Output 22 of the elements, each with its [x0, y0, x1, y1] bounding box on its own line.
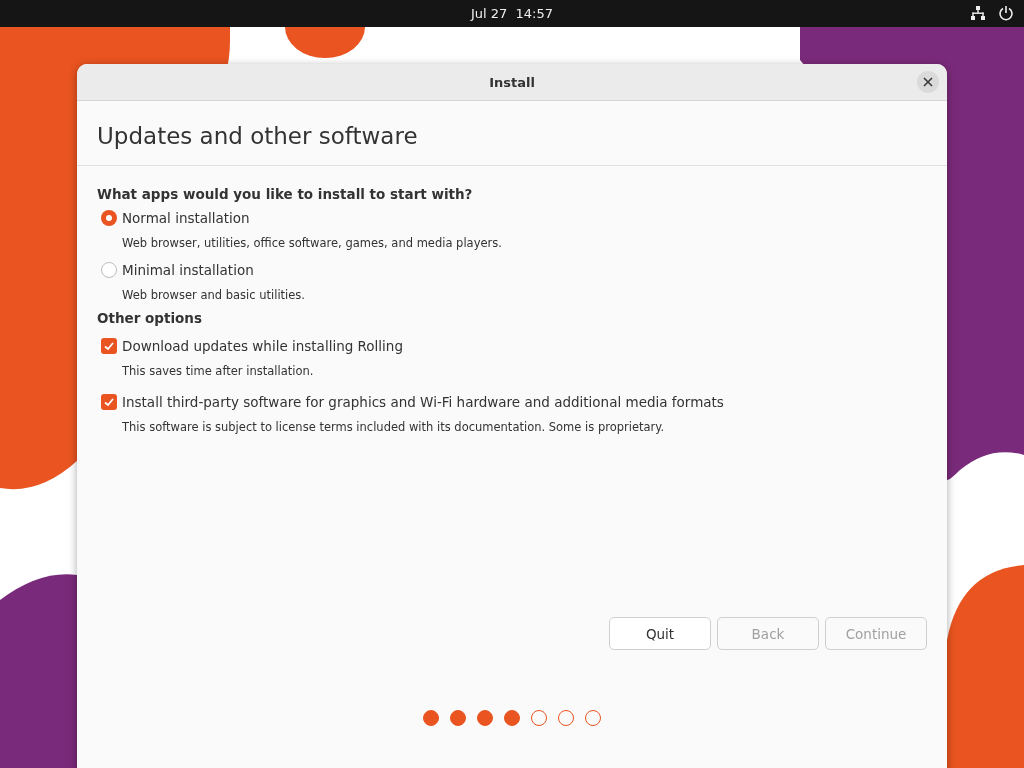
close-button[interactable] — [917, 71, 939, 93]
clock[interactable]: Jul 27 14:57 — [470, 6, 554, 21]
section-heading: What apps would you like to install to start with? — [97, 186, 474, 202]
radio-button[interactable] — [101, 262, 117, 278]
checkbox[interactable] — [101, 394, 117, 410]
option-label[interactable]: Install third-party software for graphics and Wi-Fi hardware and additional media formats — [122, 394, 724, 410]
power-icon[interactable] — [998, 5, 1014, 21]
option-label[interactable]: Normal installation — [122, 210, 250, 226]
option-description: Web browser, utilities, office software, games, and media players. — [122, 236, 503, 250]
window-title: Install — [489, 74, 535, 90]
close-icon — [923, 77, 933, 87]
option-label[interactable]: Download updates while installing Rolling — [122, 338, 403, 354]
section-heading: Other options — [97, 310, 203, 326]
option-label[interactable]: Minimal installation — [122, 262, 254, 278]
radio-button[interactable] — [101, 210, 117, 226]
option-description: Web browser and basic utilities. — [122, 288, 306, 302]
page-title: Updates and other software — [97, 123, 418, 149]
checkbox[interactable] — [101, 338, 117, 354]
option-description: This saves time after installation. — [122, 364, 315, 378]
option-description: This software is subject to license terms included with its documentation. Some is proprietary. — [122, 420, 666, 434]
network-icon[interactable] — [970, 5, 986, 21]
quit-button[interactable]: Quit — [609, 617, 711, 650]
